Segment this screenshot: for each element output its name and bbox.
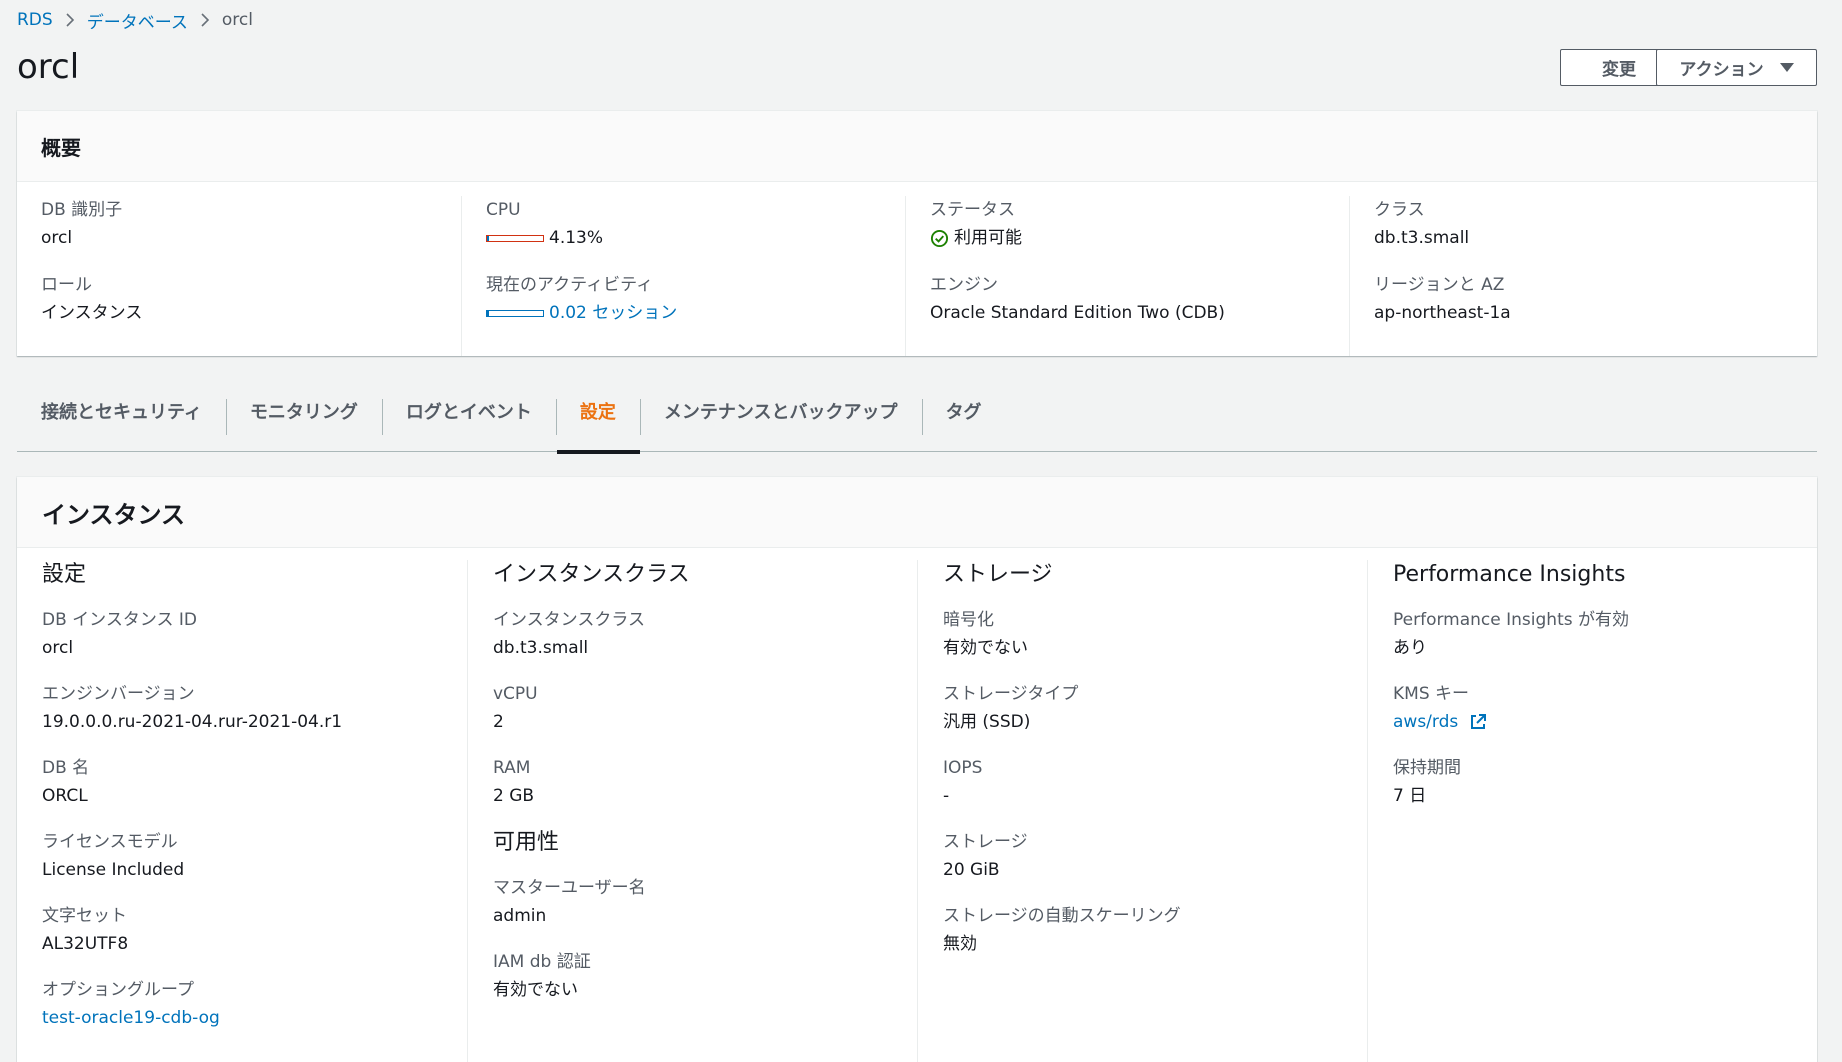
storage-size-value: 20 GiB (943, 860, 1000, 880)
tab-configuration[interactable]: 設定 (555, 390, 640, 454)
activity-bar (486, 309, 544, 317)
performance-insights-section-title: Performance Insights (1393, 562, 1626, 587)
config-performance-insights-column: Performance Insights Performance Insight… (1367, 560, 1817, 1062)
iam-auth-value: 有効でない (493, 980, 578, 1000)
chevron-right-icon (53, 12, 87, 28)
status-value: 利用可能 (954, 228, 1022, 248)
class-label: クラス (1374, 200, 1425, 220)
activity-sessions-link[interactable]: 0.02 セッション (549, 299, 677, 327)
engine-version-label: エンジンバージョン (42, 684, 195, 704)
instance-panel: インスタンス 設定 DB インスタンス ID orcl エンジンバージョン 19… (17, 477, 1817, 1062)
external-link-icon[interactable] (1469, 713, 1487, 731)
summary-panel: 概要 DB 識別子 orcl ロール インスタンス CPU 4.13% 現在のア… (17, 111, 1817, 356)
instance-panel-title: インスタンス (17, 477, 1817, 548)
iops-value: - (943, 786, 950, 806)
summary-col-class: クラス db.t3.small リージョンと AZ ap-northeast-1… (1349, 196, 1793, 356)
retention-period-value: 7 日 (1393, 786, 1427, 806)
storage-type-value: 汎用 (SSD) (943, 712, 1031, 732)
check-circle-icon (930, 229, 949, 247)
modify-button-label: 変更 (1602, 60, 1636, 80)
storage-section-title: ストレージ (943, 562, 1053, 587)
region-az-value: ap-northeast-1a (1374, 303, 1511, 323)
actions-dropdown-button[interactable]: アクション (1656, 49, 1817, 86)
breadcrumb: RDS データベース orcl (17, 8, 253, 33)
encryption-value: 有効でない (943, 638, 1028, 658)
charset-label: 文字セット (42, 906, 127, 926)
storage-size-label: ストレージ (943, 832, 1028, 852)
kms-key-label: KMS キー (1393, 684, 1470, 704)
status-label: ステータス (930, 200, 1015, 220)
storage-autoscaling-label: ストレージの自動スケーリング (943, 906, 1181, 926)
page-title: orcl (17, 47, 80, 87)
breadcrumb-current: orcl (221, 10, 253, 30)
caret-down-icon (1779, 63, 1794, 72)
option-group-label: オプショングループ (42, 980, 194, 1000)
storage-type-label: ストレージタイプ (943, 684, 1079, 704)
instance-class-label: インスタンスクラス (493, 610, 645, 630)
db-name-value: ORCL (42, 786, 88, 806)
master-username-value: admin (493, 906, 547, 926)
encryption-label: 暗号化 (943, 610, 994, 630)
iops-label: IOPS (943, 758, 983, 778)
tab-monitoring[interactable]: モニタリング (225, 390, 382, 452)
instance-id-label: DB インスタンス ID (42, 610, 197, 630)
chevron-right-icon (188, 12, 222, 28)
summary-col-cpu: CPU 4.13% 現在のアクティビティ 0.02 セッション (461, 196, 905, 356)
status-indicator: 利用可能 (930, 224, 1349, 252)
activity-label: 現在のアクティビティ (486, 275, 654, 295)
tab-logs-events[interactable]: ログとイベント (381, 390, 556, 452)
kms-key-link[interactable]: aws/rds (1393, 708, 1458, 736)
summary-title: 概要 (17, 111, 1817, 182)
ram-value: 2 GB (493, 786, 535, 806)
summary-col-status: ステータス 利用可能 エンジン Oracle Standard Edition … (905, 196, 1349, 356)
license-model-value: License Included (42, 860, 185, 880)
iam-auth-label: IAM db 認証 (493, 952, 591, 972)
cpu-usage-bar (486, 234, 544, 242)
license-model-label: ライセンスモデル (42, 832, 178, 852)
db-identifier-label: DB 識別子 (41, 200, 123, 220)
ram-label: RAM (493, 758, 531, 778)
config-instance-class-column: インスタンスクラス インスタンスクラス db.t3.small vCPU 2 R… (467, 560, 917, 1062)
vcpu-label: vCPU (493, 684, 538, 704)
availability-section-title: 可用性 (493, 830, 560, 855)
engine-version-value: 19.0.0.0.ru-2021-04.rur-2021-04.r1 (42, 712, 343, 732)
actions-button-label: アクション (1679, 60, 1764, 80)
tab-connectivity-security[interactable]: 接続とセキュリティ (17, 390, 226, 452)
cpu-label: CPU (486, 200, 521, 220)
master-username-label: マスターユーザー名 (493, 878, 646, 898)
instance-class-section-title: インスタンスクラス (493, 562, 690, 587)
tab-maintenance-backups[interactable]: メンテナンスとバックアップ (639, 390, 922, 452)
vcpu-value: 2 (493, 712, 504, 732)
config-settings-column: 設定 DB インスタンス ID orcl エンジンバージョン 19.0.0.0.… (17, 560, 467, 1062)
summary-col-identifier: DB 識別子 orcl ロール インスタンス (17, 196, 461, 356)
charset-value: AL32UTF8 (42, 934, 129, 954)
db-name-label: DB 名 (42, 758, 90, 778)
detail-tabs: 接続とセキュリティ モニタリング ログとイベント 設定 メンテナンスとバックアッ… (17, 390, 1817, 454)
role-value: インスタンス (41, 303, 143, 323)
engine-label: エンジン (930, 275, 998, 295)
pi-enabled-label: Performance Insights が有効 (1393, 610, 1629, 630)
retention-period-label: 保持期間 (1393, 758, 1461, 778)
db-identifier-value: orcl (41, 228, 73, 248)
instance-id-value: orcl (42, 638, 74, 658)
cpu-metric: 4.13% (486, 224, 905, 252)
settings-section-title: 設定 (42, 562, 87, 587)
breadcrumb-databases-link[interactable]: データベース (87, 8, 188, 33)
class-value: db.t3.small (1374, 228, 1470, 248)
engine-value: Oracle Standard Edition Two (CDB) (930, 303, 1225, 323)
pi-enabled-value: あり (1393, 638, 1427, 658)
activity-metric: 0.02 セッション (486, 299, 905, 327)
option-group-link[interactable]: test-oracle19-cdb-og (42, 1004, 220, 1032)
cpu-value: 4.13% (549, 228, 604, 248)
region-az-label: リージョンと AZ (1374, 275, 1505, 295)
role-label: ロール (41, 275, 92, 295)
config-storage-column: ストレージ 暗号化 有効でない ストレージタイプ 汎用 (SSD) IOPS -… (917, 560, 1367, 1062)
storage-autoscaling-value: 無効 (943, 934, 977, 954)
instance-class-value: db.t3.small (493, 638, 589, 658)
breadcrumb-rds-link[interactable]: RDS (17, 10, 53, 30)
tab-tags[interactable]: タグ (921, 390, 1006, 452)
